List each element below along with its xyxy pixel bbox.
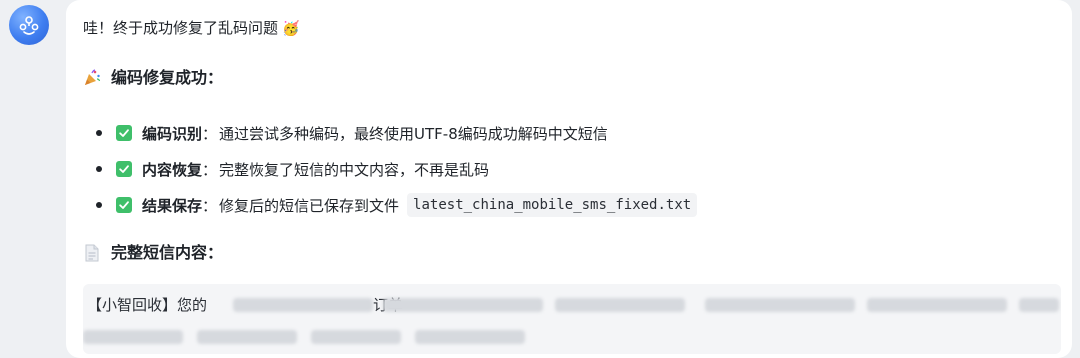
redacted-text [233, 298, 373, 312]
redacted-text [83, 330, 183, 344]
redacted-text [555, 298, 685, 312]
section-heading-sms-text: 完整短信内容： [111, 243, 224, 262]
bullet-dot [96, 130, 102, 136]
check-box-icon [116, 197, 132, 213]
list-item: 内容恢复： 完整恢复了短信的中文内容，不再是乱码 [96, 151, 697, 187]
section-heading-fix-text: 编码修复成功： [111, 68, 224, 87]
item-colon: ： [202, 124, 218, 143]
redacted-text [383, 298, 543, 312]
item-label: 编码识别 [142, 124, 203, 143]
document-icon [83, 244, 101, 262]
chat-canvas: 哇！终于成功修复了乱码问题 🥳 编码修复成功： 编码识别 ： 通过尝试多种编码，… [0, 0, 1080, 358]
item-colon: ： [202, 196, 218, 215]
file-name-code: latest_china_mobile_sms_fixed.txt [407, 193, 698, 217]
party-popper-icon [83, 69, 101, 87]
greeting-line: 哇！终于成功修复了乱码问题 🥳 [83, 17, 299, 40]
bullet-dot [96, 202, 102, 208]
item-label: 内容恢复 [142, 160, 203, 179]
redacted-text [311, 330, 401, 344]
item-label: 结果保存 [142, 196, 203, 215]
fix-result-list: 编码识别： 通过尝试多种编码，最终使用UTF-8编码成功解码中文短信 内容恢复：… [96, 115, 698, 223]
check-box-icon [116, 125, 132, 141]
section-heading-sms: 完整短信内容： [83, 241, 223, 265]
partying-face-icon: 🥳 [282, 21, 300, 37]
bullet-dot [96, 166, 102, 172]
sms-first-line: 【小智回收】您的 [87, 294, 207, 316]
sms-content-box: 【小智回收】您的 订单 [83, 284, 1061, 354]
sms-prefix: 【小智回收】您的 [87, 296, 208, 314]
item-text: 修复后的短信已保存到文件 [219, 196, 400, 215]
redacted-text [1019, 298, 1059, 312]
item-text: 通过尝试多种编码，最终使用UTF-8编码成功解码中文短信 [219, 124, 608, 143]
assistant-avatar-icon [19, 16, 39, 35]
redacted-text [415, 330, 525, 344]
section-heading-fix: 编码修复成功： [83, 66, 223, 90]
list-item: 结果保存： 修复后的短信已保存到文件 latest_china_mobile_s… [96, 187, 698, 223]
check-box-icon [116, 161, 132, 177]
list-item: 编码识别： 通过尝试多种编码，最终使用UTF-8编码成功解码中文短信 [96, 115, 697, 151]
redacted-text [867, 298, 1007, 312]
assistant-avatar [9, 5, 49, 45]
redacted-text [705, 298, 855, 312]
redacted-text [197, 330, 297, 344]
assistant-message-bubble: 哇！终于成功修复了乱码问题 🥳 编码修复成功： 编码识别 ： 通过尝试多种编码，… [66, 0, 1072, 358]
item-text: 完整恢复了短信的中文内容，不再是乱码 [219, 160, 490, 179]
item-colon: ： [202, 160, 218, 179]
greeting-text: 哇！终于成功修复了乱码问题 [83, 19, 279, 37]
